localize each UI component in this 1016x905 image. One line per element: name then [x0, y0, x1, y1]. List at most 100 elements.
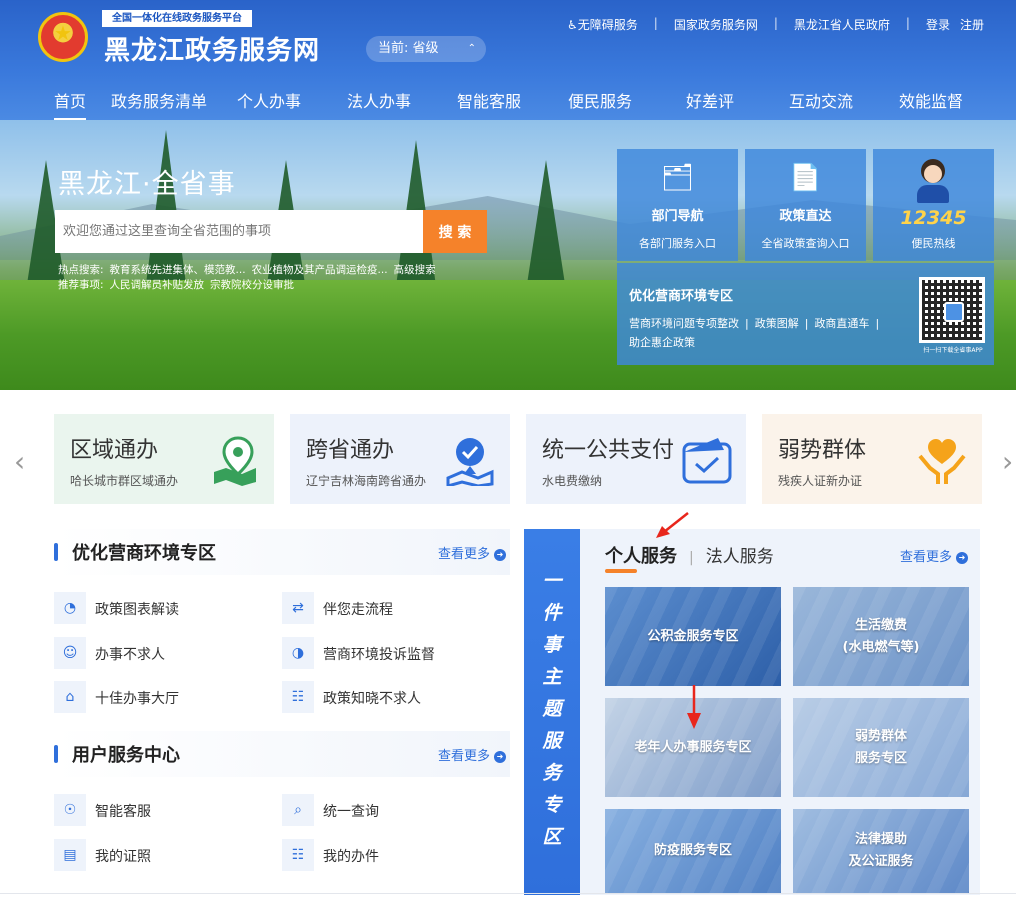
- section-title: 优化营商环境专区: [72, 543, 216, 564]
- top-links: ♿无障碍服务 | 国家政务服务网 | 黑龙江省人民政府 | 登录 注册: [567, 16, 984, 33]
- view-more-link[interactable]: 查看更多 ➜: [900, 546, 969, 565]
- license-icon: ▤: [54, 839, 86, 871]
- card-subtitle: 全省政策查询入口: [761, 237, 850, 250]
- quick-card-title: 区域通办: [70, 438, 159, 463]
- section-accent-bar: [54, 745, 58, 763]
- biz-link[interactable]: 政策图解: [755, 317, 799, 330]
- heart-hands-icon: [918, 439, 966, 484]
- login-link[interactable]: 登录: [926, 16, 950, 33]
- nav-rating[interactable]: 好差评: [686, 88, 734, 112]
- policy-direct-card[interactable]: 📄 政策直达 全省政策查询入口: [745, 149, 866, 261]
- card-title: 部门导航: [651, 209, 704, 224]
- nav-legal[interactable]: 法人办事: [347, 88, 411, 112]
- hot-search-label: 热点搜索:: [58, 264, 104, 276]
- biz-link[interactable]: 助企惠企政策: [629, 334, 695, 350]
- search-input[interactable]: [55, 210, 423, 253]
- quick-card-vulnerable-groups[interactable]: 弱势群体 残疾人证新办证: [762, 414, 982, 504]
- search-button[interactable]: 搜 索: [423, 210, 487, 253]
- chart-icon: ◔: [54, 592, 86, 624]
- robot-icon: ☉: [54, 794, 86, 826]
- nav-supervision[interactable]: 效能监督: [899, 88, 963, 112]
- nav-convenience[interactable]: 便民服务: [568, 88, 632, 112]
- section-business-env: 优化营商环境专区 查看更多 ➜: [54, 529, 510, 575]
- banner-char: 服: [542, 730, 562, 752]
- tab-legal-service[interactable]: 法人服务: [706, 547, 774, 567]
- chevron-up-icon: ⌃: [467, 43, 476, 54]
- banner-char: 事: [542, 634, 562, 656]
- search-doc-icon: ⌕: [282, 794, 314, 826]
- quick-card-unified-payment[interactable]: 统一公共支付 水电费缴纳: [526, 414, 746, 504]
- location-check-icon: [446, 438, 494, 486]
- quick-card-title: 跨省通办: [306, 438, 395, 463]
- hall-icon: ⌂: [54, 681, 86, 713]
- nav-personal[interactable]: 个人办事: [237, 88, 301, 112]
- card-subtitle: 各部门服务入口: [639, 237, 716, 250]
- tile-utility-payment[interactable]: 生活缴费 (水电燃气等): [793, 587, 969, 686]
- chevron-right-icon[interactable]: ›: [1002, 445, 1013, 478]
- divider: |: [905, 16, 910, 30]
- nav-service-list[interactable]: 政务服务清单: [111, 88, 207, 112]
- hero-title: 黑龙江·全省事: [58, 169, 236, 200]
- biz-link[interactable]: 营商环境问题专项整改: [629, 317, 739, 330]
- tile-vulnerable-groups[interactable]: 弱势群体 服务专区: [793, 698, 969, 797]
- arrow-right-icon: ➜: [494, 548, 506, 561]
- biz-link[interactable]: 政商直通车: [814, 317, 869, 330]
- flow-icon: ⇄: [282, 592, 314, 624]
- banner-char: 务: [542, 762, 562, 784]
- divider: |: [689, 550, 694, 566]
- national-emblem-icon: [38, 12, 88, 62]
- divider: [0, 893, 1016, 894]
- recommend-row: 推荐事项: 人民调解员补贴发放 宗教院校分设审批: [58, 277, 300, 292]
- view-more-link[interactable]: 查看更多 ➜: [438, 745, 506, 764]
- region-selector[interactable]: 当前: 省级 ⌃: [366, 36, 486, 62]
- qr-code-icon: [922, 280, 982, 340]
- document-star-icon: 📄: [789, 163, 822, 193]
- person-icon: ☺: [54, 637, 86, 669]
- hot-search-item[interactable]: 农业植物及其产品调运检疫...: [252, 264, 388, 276]
- one-thing-theme-banner[interactable]: 一 件 事 主 题 服 务 专 区: [524, 529, 580, 895]
- banner-char: 题: [542, 698, 562, 720]
- site-header: 全国一体化在线政务服务平台 黑龙江政务服务网 当前: 省级 ⌃ ♿无障碍服务 |…: [0, 0, 1016, 121]
- advanced-search-link[interactable]: 高级搜索: [394, 264, 436, 276]
- national-service-link[interactable]: 国家政务服务网: [674, 16, 758, 33]
- section-accent-bar: [54, 543, 58, 561]
- section-title: 用户服务中心: [72, 745, 180, 766]
- hotline-card[interactable]: 12345 便民热线: [873, 149, 994, 261]
- provincial-gov-link[interactable]: 黑龙江省人民政府: [794, 16, 890, 33]
- service-tabs: 个人服务 | 法人服务: [605, 542, 774, 568]
- quick-card-subtitle: 残疾人证新办证: [778, 474, 863, 488]
- tab-personal-service[interactable]: 个人服务: [605, 546, 677, 567]
- recommend-item[interactable]: 人民调解员补贴发放: [110, 279, 205, 291]
- tile-legal-aid[interactable]: 法律援助 及公证服务: [793, 809, 969, 893]
- annotation-arrow-icon: [687, 685, 701, 729]
- platform-tag: 全国一体化在线政务服务平台: [102, 10, 252, 27]
- banner-char: 区: [542, 826, 562, 848]
- department-nav-card[interactable]: 🗂 部门导航 各部门服务入口: [617, 149, 738, 261]
- tile-epidemic-prevention[interactable]: 防疫服务专区: [605, 809, 781, 893]
- tile-housing-fund[interactable]: 公积金服务专区: [605, 587, 781, 686]
- biz-panel-title[interactable]: 优化营商环境专区: [629, 285, 733, 304]
- quick-card-title: 统一公共支付: [542, 438, 675, 463]
- banner-char: 一: [542, 570, 562, 592]
- nav-smart-service[interactable]: 智能客服: [457, 88, 521, 112]
- case-icon: ☷: [282, 839, 314, 871]
- main-nav: 首页 政务服务清单 个人办事 法人办事 智能客服 便民服务 好差评 互动交流 效…: [54, 88, 994, 121]
- qr-caption: 扫一扫下载全省事APP: [923, 347, 983, 354]
- accessible-service-link[interactable]: ♿无障碍服务: [567, 16, 638, 33]
- map-pin-icon: [214, 436, 256, 486]
- register-link[interactable]: 注册: [960, 16, 984, 33]
- recommend-item[interactable]: 宗教院校分设审批: [210, 279, 294, 291]
- complaint-icon: ◑: [282, 637, 314, 669]
- quick-card-subtitle: 辽宁吉林海南跨省通办: [306, 474, 427, 488]
- hot-search-item[interactable]: 教育系统先进集体、模范教...: [110, 264, 246, 276]
- banner-char: 主: [542, 666, 562, 688]
- site-title[interactable]: 黑龙江政务服务网: [104, 30, 320, 67]
- hotline-number: 12345: [900, 207, 967, 229]
- view-more-link[interactable]: 查看更多 ➜: [438, 543, 506, 562]
- card-subtitle: 便民热线: [911, 237, 956, 250]
- chevron-left-icon[interactable]: ‹: [14, 445, 25, 478]
- quick-card-cross-province[interactable]: 跨省通办 辽宁吉林海南跨省通办: [290, 414, 510, 504]
- nav-interaction[interactable]: 互动交流: [789, 88, 853, 112]
- nav-home[interactable]: 首页: [54, 88, 87, 121]
- quick-card-regional[interactable]: 区域通办 哈长城市群区域通办: [54, 414, 274, 504]
